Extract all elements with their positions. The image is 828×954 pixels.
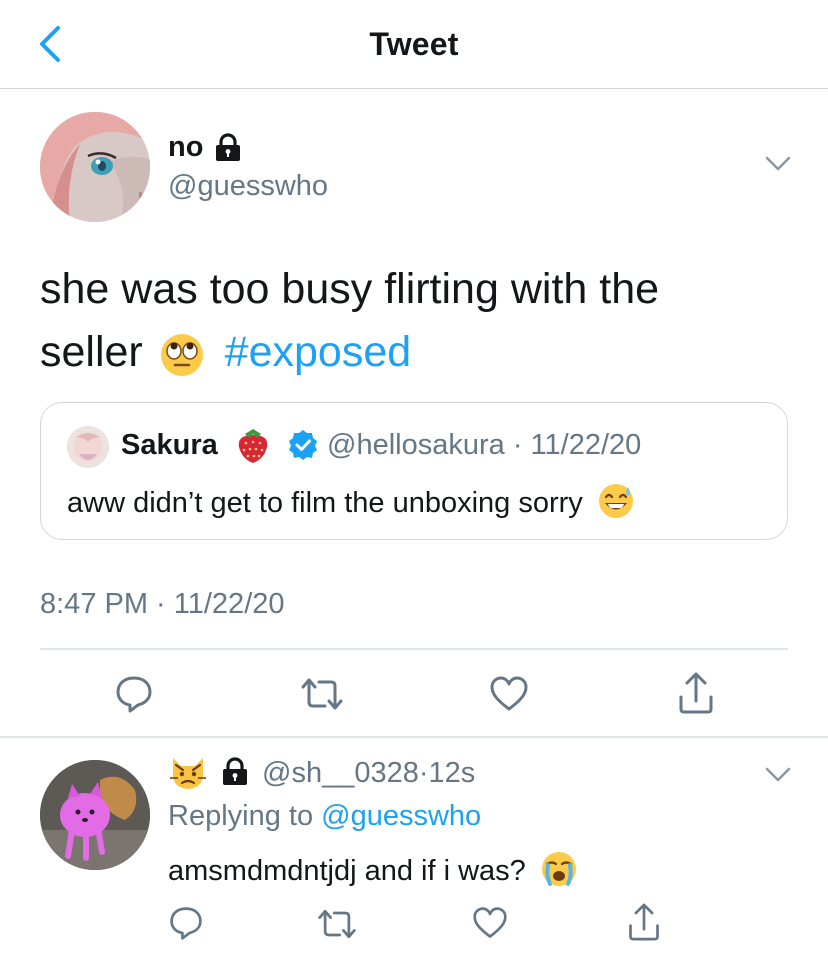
comment-icon[interactable] — [114, 674, 154, 714]
hashtag-link[interactable]: #exposed — [225, 328, 412, 376]
reply-text: amsmdmdntjdj and if i was? — [168, 850, 578, 888]
quoted-text: aww didn’t get to film the unboxing sorr… — [67, 482, 635, 520]
chevron-down-icon[interactable] — [764, 766, 792, 784]
tweet-text: she was too busy flirting with the selle… — [40, 258, 740, 384]
author-handle[interactable]: @guesswho — [168, 170, 328, 203]
quoted-tweet[interactable]: Sakura @hellosakura · 11/22/20 aww didn’… — [40, 402, 788, 540]
comment-icon[interactable] — [168, 905, 204, 941]
lock-icon — [216, 133, 240, 161]
replying-to: Replying to @guesswho — [168, 800, 481, 833]
quoted-meta: @hellosakura · 11/22/20 — [327, 429, 642, 461]
quoted-handle: @hellosakura — [327, 429, 505, 461]
crying-emoji-icon — [541, 852, 576, 886]
retweet-icon[interactable] — [299, 676, 345, 712]
reply-body: amsmdmdntjdj and if i was? — [168, 855, 526, 887]
reply-author-avatar[interactable] — [40, 760, 150, 870]
reply-meta: @sh__0328·12s — [262, 757, 476, 789]
quoted-author-avatar — [67, 426, 109, 468]
divider — [40, 648, 788, 650]
pouting-cat-emoji-icon — [170, 758, 206, 789]
sweat-smile-emoji-icon — [598, 484, 633, 518]
replying-prefix: Replying to — [168, 800, 314, 832]
author-display-name[interactable]: no — [168, 131, 203, 164]
lock-icon — [223, 757, 247, 785]
page-title: Tweet — [369, 26, 459, 62]
divider — [0, 736, 828, 738]
quoted-body: aww didn’t get to film the unboxing sorr… — [67, 487, 583, 519]
chevron-down-icon[interactable] — [764, 155, 792, 173]
replying-to-link[interactable]: @guesswho — [321, 800, 481, 832]
share-icon[interactable] — [626, 902, 662, 942]
rolling-eyes-emoji-icon — [160, 333, 203, 376]
reply-handle[interactable]: @sh__0328 — [262, 757, 419, 789]
reply-time: 12s — [428, 757, 476, 789]
quoted-date: 11/22/20 — [530, 429, 642, 461]
strawberry-emoji-icon — [238, 429, 268, 463]
quoted-author-name: Sakura — [121, 429, 218, 461]
heart-icon[interactable] — [472, 905, 508, 941]
top-bar: Tweet — [0, 0, 828, 89]
tweet-timestamp: 8:47 PM · 11/22/20 — [40, 588, 285, 620]
share-icon[interactable] — [676, 671, 716, 715]
author-avatar[interactable] — [40, 112, 150, 222]
retweet-icon[interactable] — [316, 907, 358, 941]
heart-icon[interactable] — [489, 674, 529, 714]
verified-badge-icon — [289, 430, 317, 460]
